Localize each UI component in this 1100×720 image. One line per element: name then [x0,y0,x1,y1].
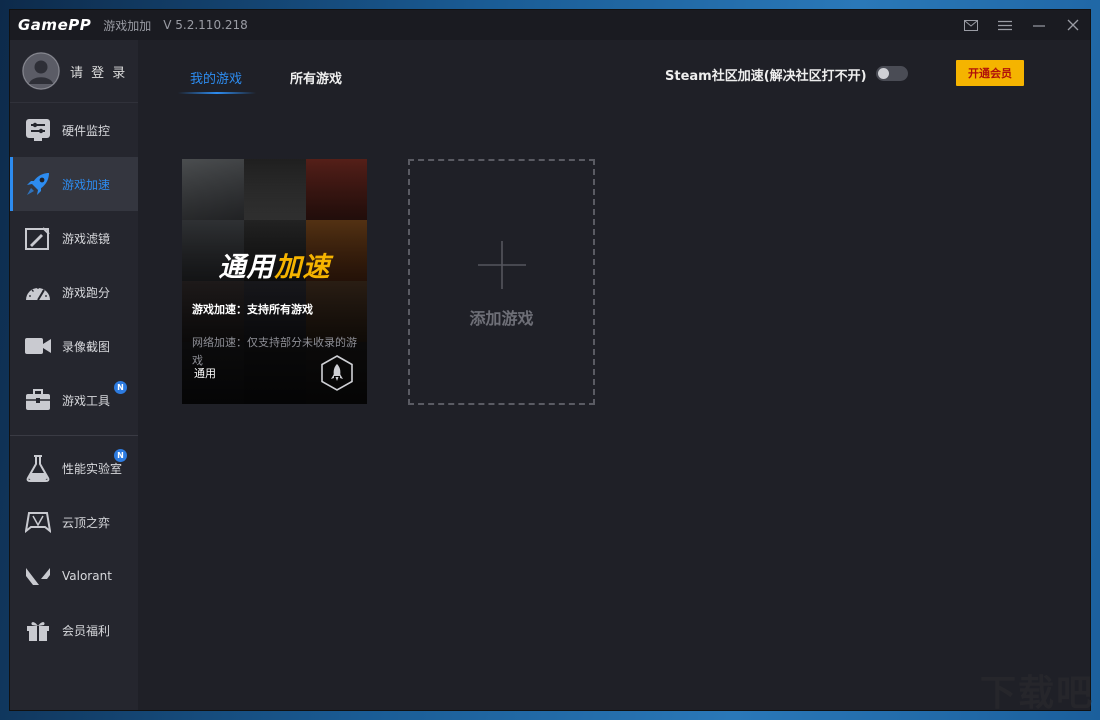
sidebar-item-label: 游戏滤镜 [62,230,110,247]
sidebar: 请 登 录 硬件监控 游戏加速 游戏滤镜 游戏跑分 [10,40,138,710]
open-vip-button[interactable]: 开通会员 [956,60,1024,86]
sidebar-item-game-boost[interactable]: 游戏加速 [10,157,138,211]
tab-all-games[interactable]: 所有游戏 [290,68,342,87]
app-logo: GamePP [18,16,91,34]
sidebar-item-label: 会员福利 [62,622,110,639]
avatar [22,52,60,90]
card-title-white: 通用 [219,252,275,283]
title-bar: GamePP 游戏加加 V 5.2.110.218 [10,10,1090,40]
minimize-icon[interactable] [1022,10,1056,40]
active-tab-indicator [178,92,256,94]
plus-icon [478,241,526,289]
sidebar-item-benchmark[interactable]: 游戏跑分 [10,265,138,319]
main-content: 我的游戏 所有游戏 Steam社区加速(解决社区打不开) 开通会员 [138,40,1090,710]
sidebar-item-record[interactable]: 录像截图 [10,319,138,373]
login-label: 请 登 录 [70,62,127,81]
flask-icon [24,454,52,482]
tab-my-games[interactable]: 我的游戏 [190,68,242,87]
card-network-prefix: 网络加速： [192,336,247,349]
card-title: 通用加速 [182,245,367,284]
universal-boost-card[interactable]: 通用加速 游戏加速：支持所有游戏 网络加速：仅支持部分未收录的游戏 通用 [182,159,367,404]
sidebar-item-label: 游戏跑分 [62,284,110,301]
tft-icon [24,508,52,536]
sidebar-item-member-benefits[interactable]: 会员福利 [10,603,138,657]
sidebar-item-label: 性能实验室 [62,460,122,477]
sidebar-item-hardware-monitor[interactable]: 硬件监控 [10,103,138,157]
login-button[interactable]: 请 登 录 [10,40,138,103]
hardware-monitor-icon [24,116,52,144]
close-icon[interactable] [1056,10,1090,40]
steam-accel-toggle[interactable] [876,66,908,81]
sidebar-item-game-tools[interactable]: 游戏工具 N [10,373,138,427]
sidebar-divider [10,435,138,436]
menu-icon[interactable] [988,10,1022,40]
card-title-yellow: 加速 [275,252,331,283]
sidebar-item-label: Valorant [62,569,112,583]
sidebar-item-tft[interactable]: 云顶之弈 [10,495,138,549]
toggle-knob [878,68,889,79]
gift-icon [24,616,52,644]
valorant-icon [24,562,52,590]
steam-accel-label: Steam社区加速(解决社区打不开) [665,65,867,84]
add-game-card[interactable]: 添加游戏 [408,159,595,405]
card-tag: 通用 [194,365,216,381]
speedometer-icon [24,278,52,306]
app-version: V 5.2.110.218 [163,18,248,32]
video-camera-icon [24,332,52,360]
add-game-label: 添加游戏 [410,305,593,329]
sidebar-item-performance-lab[interactable]: 性能实验室 N [10,441,138,495]
sidebar-item-game-filter[interactable]: 游戏滤镜 [10,211,138,265]
window-controls [954,10,1090,40]
sidebar-item-label: 云顶之弈 [62,514,110,531]
sidebar-item-valorant[interactable]: Valorant [10,549,138,603]
app-name: 游戏加加 [103,17,151,34]
rocket-icon [24,170,52,198]
sidebar-item-label: 游戏加速 [62,176,110,193]
sidebar-item-label: 游戏工具 [62,392,110,409]
filter-icon [24,224,52,252]
sidebar-item-label: 录像截图 [62,338,110,355]
sidebar-item-label: 硬件监控 [62,122,110,139]
mail-icon[interactable] [954,10,988,40]
app-window: GamePP 游戏加加 V 5.2.110.218 请 登 录 [10,10,1090,710]
new-badge: N [114,449,127,462]
watermark: 下载吧 [980,664,1094,716]
card-game-boost-text: 游戏加速：支持所有游戏 [192,301,313,317]
new-badge: N [114,381,127,394]
toolbox-icon [24,386,52,414]
boost-rocket-button[interactable] [320,355,354,391]
